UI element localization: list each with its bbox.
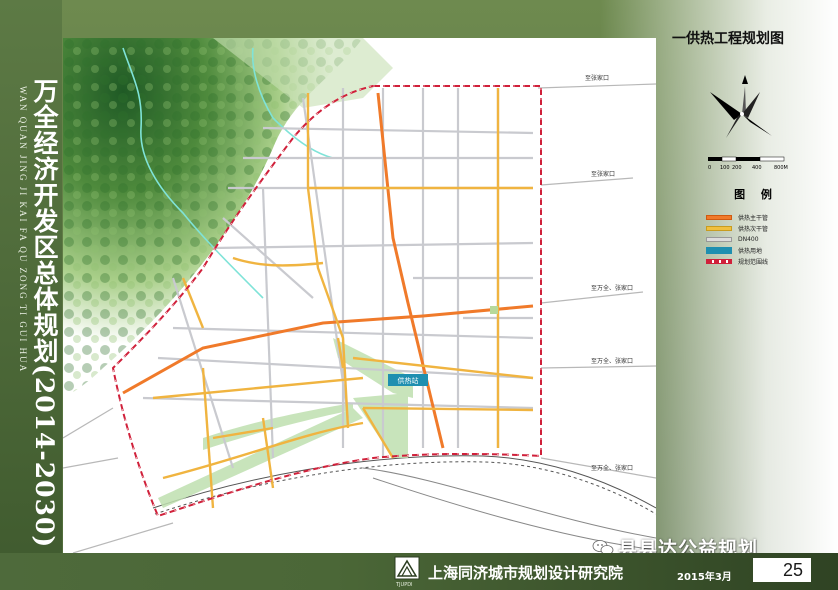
scale-label-3: 400 — [752, 165, 762, 171]
boundary-swatch — [706, 259, 732, 264]
plan-title: 万全经济开发区总体规划(2014-2030) — [30, 78, 59, 549]
legend: 图 例 供热主干管 供热次干管 DN400 供热用地 规划范围线 — [706, 186, 826, 267]
slide: 万全经济开发区总体规划(2014-2030) WAN QUAN JING JI … — [0, 0, 838, 590]
legend-item-secondary-pipe: 供热次干管 — [706, 223, 826, 234]
map-title: 一供热工程规划图 — [672, 31, 784, 47]
scale-bar: 0 100 200 400 800M — [708, 156, 788, 171]
destination-label-5: 至万全、张家口 — [591, 464, 633, 472]
destination-label-4: 至万全、张家口 — [591, 357, 633, 365]
destination-label-2: 至张家口 — [591, 170, 615, 178]
legend-item-boundary: 规划范围线 — [706, 256, 826, 267]
logo-caption: TJUPDI — [396, 582, 413, 588]
report-date: 2015年3月 — [677, 572, 732, 583]
legend-label: 供热用地 — [738, 248, 763, 255]
heating-plan-map: 供热站 至张家口 至张家口 至万全、张家口 至万全、张家口 至万全、张家口 — [63, 38, 656, 553]
dn400-swatch — [706, 237, 732, 242]
green-belts — [158, 338, 413, 508]
scale-label-1: 100 — [720, 165, 730, 171]
main-pipe-swatch — [706, 215, 732, 220]
legend-label: 供热主干管 — [738, 215, 769, 222]
map-svg: 供热站 至张家口 至张家口 至万全、张家口 至万全、张家口 至万全、张家口 — [63, 38, 656, 553]
scale-label-0: 0 — [708, 165, 711, 171]
small-green-plot — [490, 306, 498, 314]
page-number: 25 — [753, 558, 811, 582]
legend-item-heating-land: 供热用地 — [706, 245, 826, 256]
tjupdi-logo-icon — [394, 556, 420, 580]
heating-station-label: 供热站 — [398, 376, 419, 385]
legend-label: 供热次干管 — [738, 226, 769, 233]
scale-label-4: 800M — [774, 165, 788, 171]
secondary-pipe-swatch — [706, 226, 732, 231]
destination-label-1: 至张家口 — [585, 74, 609, 82]
north-arrow-icon — [710, 75, 772, 138]
destination-label-3: 至万全、张家口 — [591, 284, 633, 292]
organization-name: 上海同济城市规划设计研究院 — [428, 564, 624, 582]
destination-labels: 至张家口 至张家口 至万全、张家口 至万全、张家口 至万全、张家口 — [585, 74, 633, 472]
legend-label: 规划范围线 — [738, 259, 769, 266]
legend-item-dn400: DN400 — [706, 234, 826, 245]
legend-item-main-pipe: 供热主干管 — [706, 212, 826, 223]
legend-title: 图 例 — [734, 188, 778, 201]
scale-label-2: 200 — [732, 165, 742, 171]
heating-land-swatch — [706, 247, 732, 254]
plan-title-pinyin: WAN QUAN JING JI KAI FA QU ZONG TI GUI H… — [18, 86, 28, 374]
legend-label: DN400 — [738, 236, 759, 243]
